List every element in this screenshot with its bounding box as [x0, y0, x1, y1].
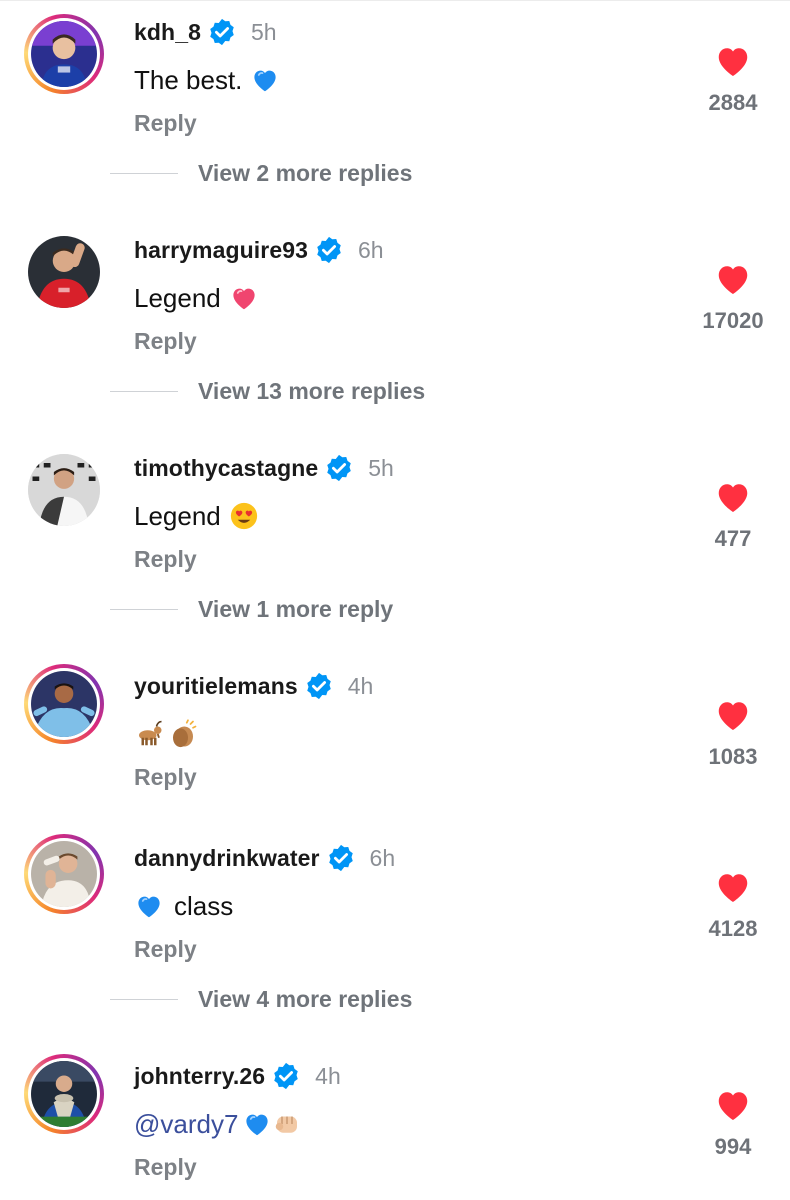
- view-more-replies-label: View 2 more replies: [198, 160, 413, 186]
- like-count: 994: [714, 1134, 752, 1159]
- heart-icon[interactable]: [715, 44, 751, 78]
- timestamp: 6h: [358, 236, 384, 263]
- view-more-replies-label: View 1 more reply: [198, 596, 394, 622]
- mention-link[interactable]: @vardy7: [134, 1109, 238, 1140]
- heart-icon[interactable]: [715, 870, 751, 904]
- username[interactable]: kdh_8: [134, 19, 201, 46]
- view-more-replies-label: View 4 more replies: [198, 986, 413, 1012]
- verified-badge-icon: [324, 453, 354, 483]
- verified-badge-icon: [304, 671, 334, 701]
- heart-icon[interactable]: [715, 698, 751, 732]
- avatar[interactable]: [24, 14, 104, 94]
- heart-icon[interactable]: [715, 1088, 751, 1122]
- view-more-replies[interactable]: View 4 more replies: [110, 986, 412, 1013]
- clapping-hands-emoji: [168, 719, 198, 749]
- comment-text-value: Legend: [134, 500, 221, 531]
- view-more-replies[interactable]: View 13 more replies: [110, 378, 425, 405]
- blue-heart-emoji: [250, 65, 280, 95]
- comment-text-value: Legend: [134, 282, 221, 313]
- blue-heart-emoji: [242, 1109, 272, 1139]
- reply-button[interactable]: Reply: [134, 546, 197, 573]
- avatar[interactable]: [24, 450, 104, 530]
- verified-badge-icon: [207, 17, 237, 47]
- view-more-replies-label: View 13 more replies: [198, 378, 426, 404]
- like-count: 1083: [708, 744, 758, 769]
- verified-badge-icon: [271, 1061, 301, 1091]
- username[interactable]: timothycastagne: [134, 455, 318, 482]
- reply-button[interactable]: Reply: [134, 764, 197, 791]
- comment-text-value: class: [174, 890, 234, 921]
- timestamp: 4h: [347, 672, 374, 699]
- username[interactable]: harrymaguire93: [134, 237, 308, 264]
- blue-heart-emoji: [134, 891, 164, 921]
- view-more-replies[interactable]: View 1 more reply: [110, 596, 393, 623]
- comment-text: Legend: [134, 278, 259, 318]
- comment-text: [134, 714, 198, 754]
- timestamp: 4h: [315, 1062, 341, 1089]
- comment-text: class: [134, 886, 233, 926]
- comment-text: The best.: [134, 60, 280, 100]
- avatar[interactable]: [24, 1054, 104, 1134]
- view-more-replies[interactable]: View 2 more replies: [110, 160, 412, 187]
- fist-bump-emoji: [272, 1109, 302, 1139]
- reply-button[interactable]: Reply: [134, 328, 197, 355]
- comment-text-value: The best.: [134, 64, 243, 95]
- username[interactable]: dannydrinkwater: [134, 845, 320, 872]
- heart-icon[interactable]: [715, 480, 751, 514]
- like-count: 2884: [708, 90, 758, 115]
- reply-button[interactable]: Reply: [134, 1154, 197, 1181]
- like-count: 477: [714, 526, 752, 551]
- username[interactable]: youritielemans: [134, 673, 298, 700]
- goat-emoji: [134, 719, 164, 749]
- comment-text: Legend: [134, 496, 259, 536]
- timestamp: 6h: [369, 844, 396, 871]
- like-count: 17020: [702, 308, 764, 333]
- divider-line: [110, 173, 178, 174]
- reply-button[interactable]: Reply: [134, 936, 197, 963]
- username[interactable]: johnterry.26: [134, 1063, 265, 1090]
- comment-text: @vardy7: [134, 1104, 302, 1144]
- heart-icon[interactable]: [715, 262, 751, 296]
- heart-eyes-emoji: [229, 501, 259, 531]
- avatar[interactable]: [24, 664, 104, 744]
- timestamp: 5h: [368, 454, 394, 481]
- divider-line: [110, 391, 178, 392]
- reply-button[interactable]: Reply: [134, 110, 197, 137]
- divider-line: [110, 999, 178, 1000]
- verified-badge-icon: [314, 235, 344, 265]
- divider-line: [110, 609, 178, 610]
- pink-heart-emoji: [229, 283, 259, 313]
- timestamp: 5h: [250, 18, 277, 45]
- avatar[interactable]: [24, 232, 104, 312]
- verified-badge-icon: [326, 843, 356, 873]
- like-count: 4128: [708, 916, 758, 941]
- top-divider: [0, 0, 790, 6]
- avatar[interactable]: [24, 834, 104, 914]
